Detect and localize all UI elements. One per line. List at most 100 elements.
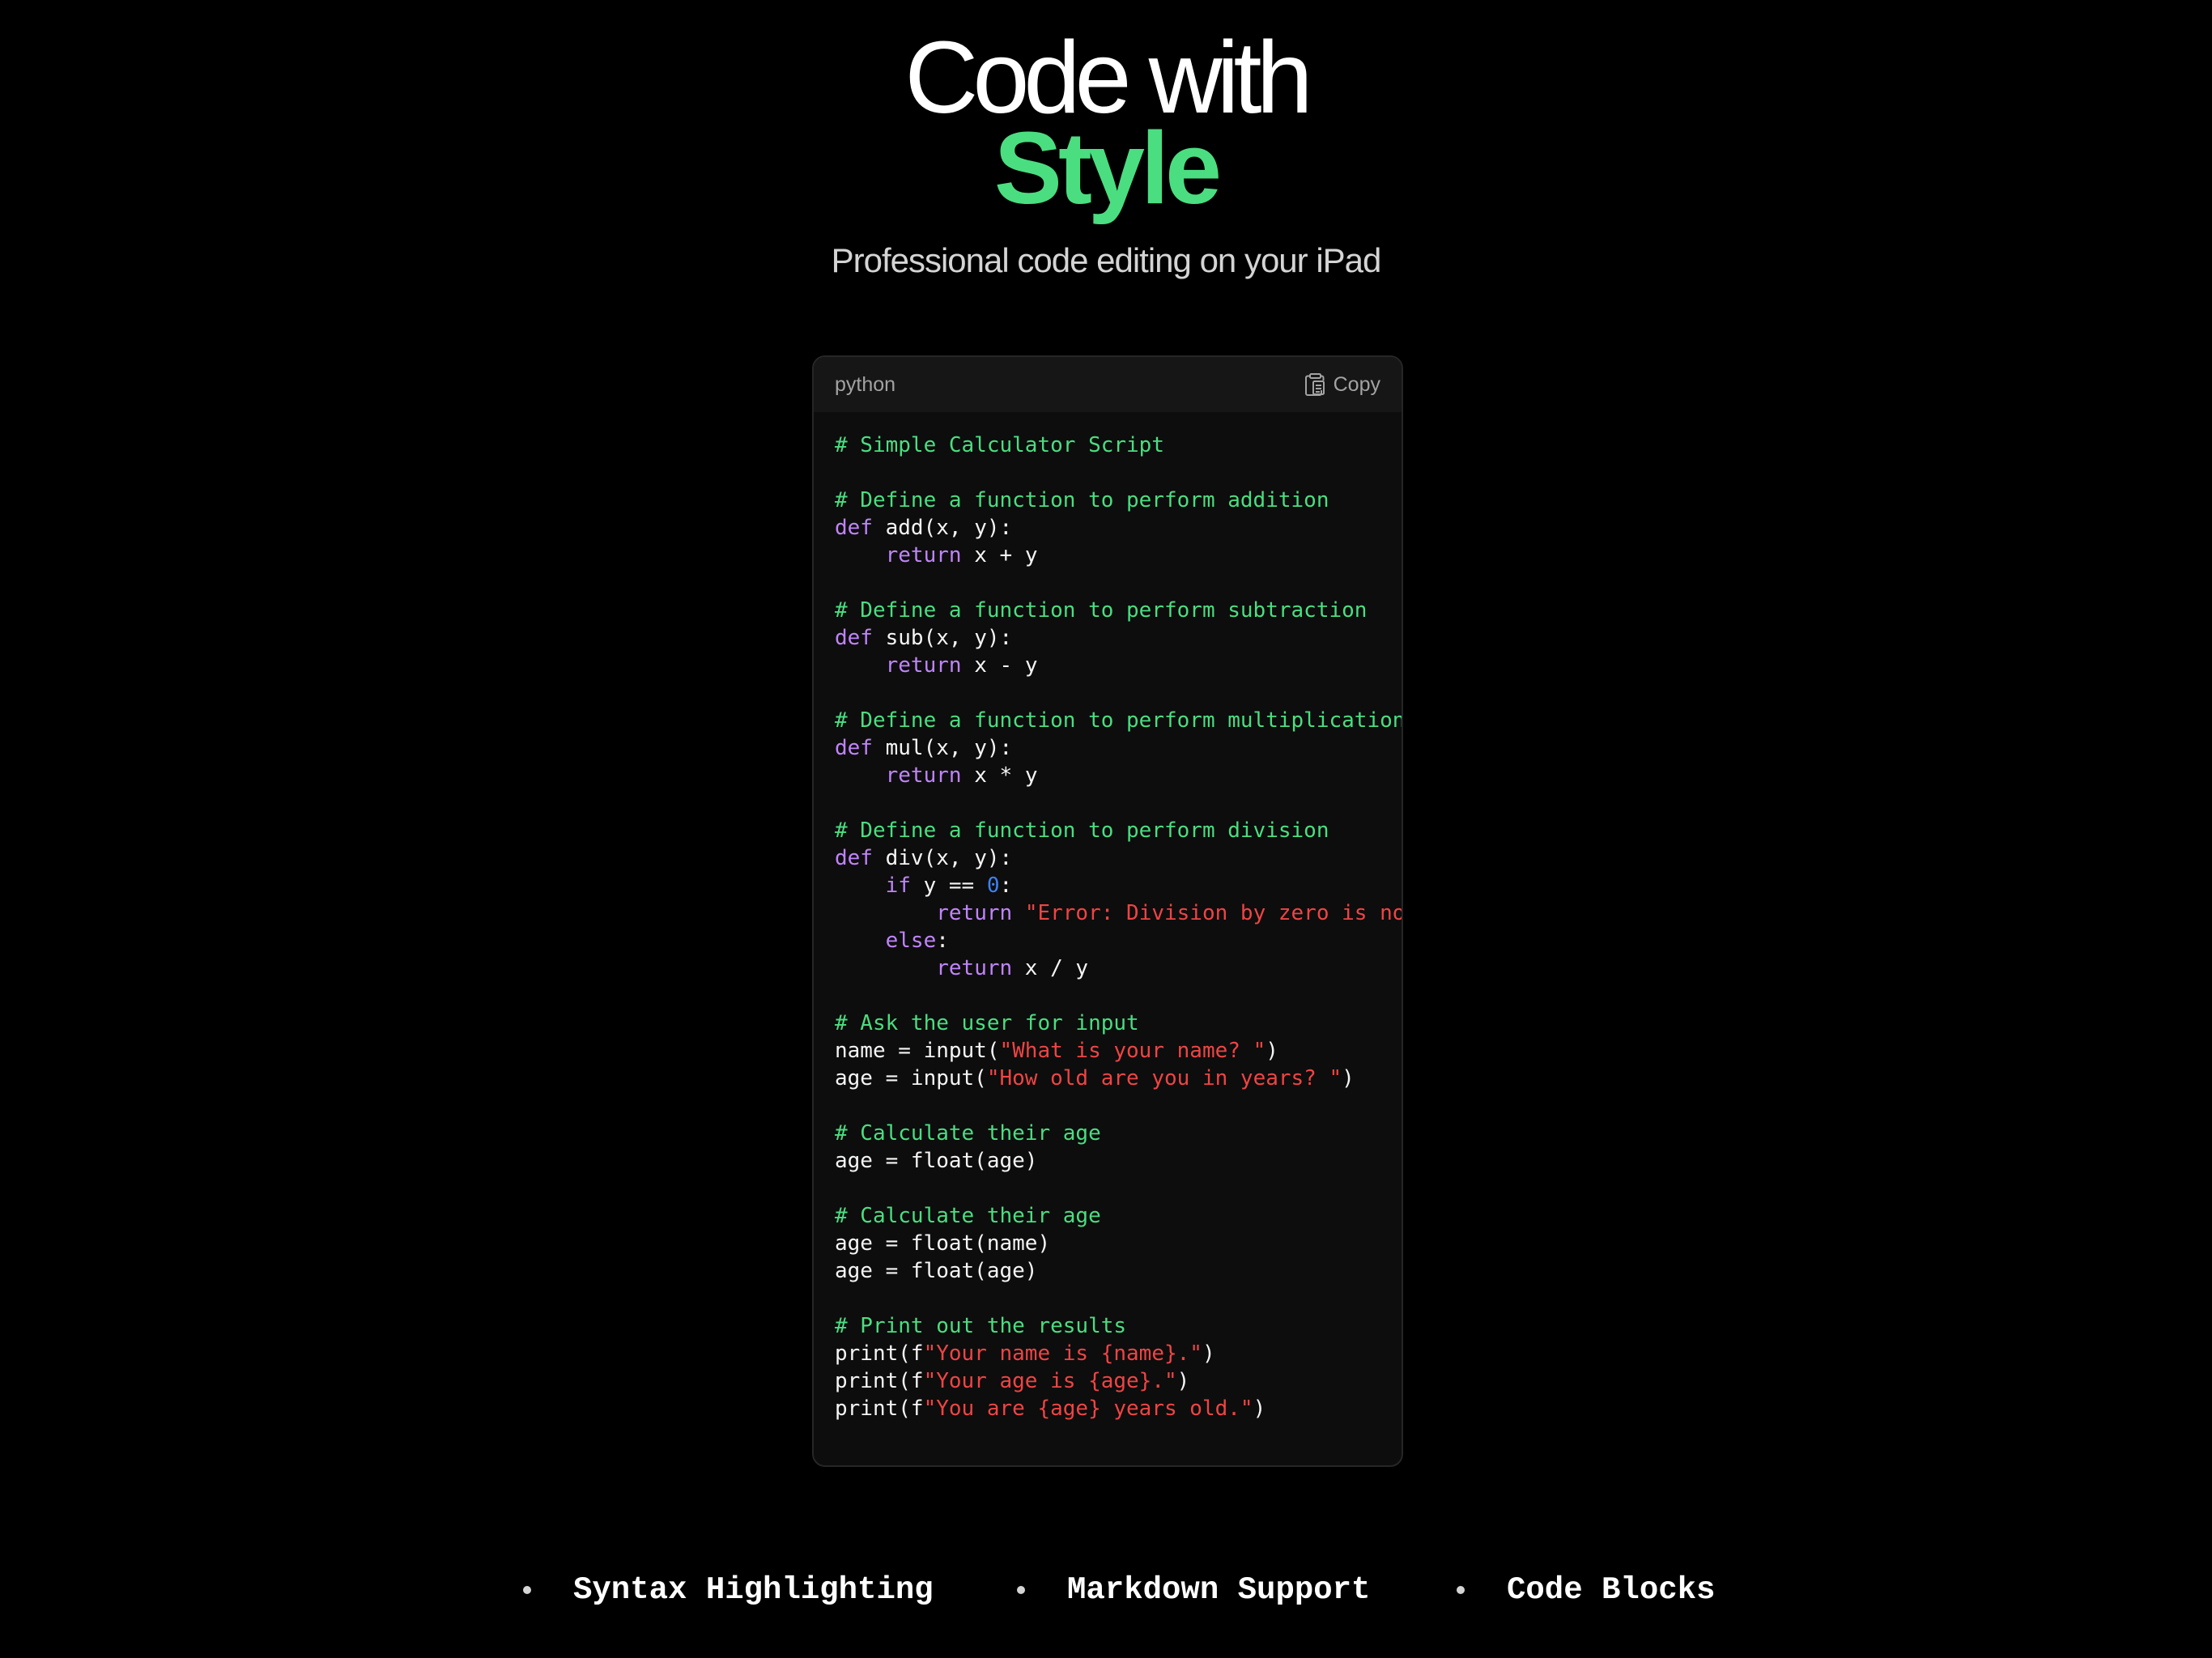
hero: Code with Style Professional code editin… xyxy=(0,20,2212,283)
code-token-plain: x - y xyxy=(961,653,1038,678)
code-token-plain: print(f xyxy=(835,1397,924,1421)
code-token-plain: mul(x, y): xyxy=(872,736,1013,760)
code-token-plain: ) xyxy=(1176,1369,1190,1393)
code-token-keyword: return xyxy=(885,653,962,678)
code-line: return "Error: Division by zero is no xyxy=(835,899,1402,927)
bullet-icon xyxy=(523,1586,531,1594)
code-line: def sub(x, y): xyxy=(835,624,1402,652)
bullet-icon xyxy=(1017,1586,1025,1594)
code-line: return x - y xyxy=(835,652,1402,679)
code-token-keyword: if xyxy=(885,874,911,898)
code-token-keyword: else xyxy=(885,929,937,953)
code-token-keyword: return xyxy=(885,763,962,788)
code-token-keyword: def xyxy=(835,846,873,870)
code-token-plain: ) xyxy=(1253,1397,1266,1421)
code-line: return x / y xyxy=(835,954,1402,982)
code-token-plain: age = float(name) xyxy=(835,1231,1051,1256)
code-token-comment: # Print out the results xyxy=(835,1314,1127,1338)
code-token-plain: : xyxy=(936,929,949,953)
code-editor[interactable]: # Simple Calculator Script # Define a fu… xyxy=(814,412,1402,1422)
code-token-string: "How old are you in years? " xyxy=(986,1066,1342,1090)
code-token-plain: ) xyxy=(1266,1039,1278,1063)
code-line: def div(x, y): xyxy=(835,844,1402,872)
clipboard-icon xyxy=(1304,372,1325,397)
code-token-comment: # Define a function to perform subtracti… xyxy=(835,598,1368,623)
copy-button[interactable]: Copy xyxy=(1304,372,1380,397)
code-token-plain: ) xyxy=(1342,1066,1355,1090)
code-token-comment: # Calculate their age xyxy=(835,1121,1101,1146)
code-line: age = float(age) xyxy=(835,1257,1402,1285)
language-label: python xyxy=(835,372,896,396)
code-line: print(f"You are {age} years old.") xyxy=(835,1395,1402,1422)
code-token-comment: # Define a function to perform multiplic… xyxy=(835,708,1403,733)
hero-title-line1: Code with xyxy=(904,20,1312,134)
code-token-keyword: def xyxy=(835,626,873,650)
code-block: python Copy # Simple Calculator Script #… xyxy=(812,355,1403,1467)
feature-label: Syntax Highlighting xyxy=(573,1572,934,1608)
code-line: print(f"Your name is {name}.") xyxy=(835,1340,1402,1367)
code-line: else: xyxy=(835,927,1402,954)
feature-list: Syntax Highlighting Markdown Support Cod… xyxy=(0,1572,2212,1621)
code-token-plain: age = float(age) xyxy=(835,1149,1038,1173)
code-token-plain: x + y xyxy=(961,543,1038,568)
bullet-icon xyxy=(1457,1586,1465,1594)
code-line: # Define a function to perform addition xyxy=(835,487,1402,514)
code-token-string: "Error: Division by zero is no xyxy=(1024,901,1403,925)
code-line: # Calculate their age xyxy=(835,1120,1402,1147)
feature-label: Markdown Support xyxy=(1067,1572,1371,1608)
code-token-plain: sub(x, y): xyxy=(872,626,1013,650)
code-token-keyword: return xyxy=(936,956,1013,980)
code-token-comment: # Calculate their age xyxy=(835,1204,1101,1228)
code-token-plain: print(f xyxy=(835,1341,924,1366)
code-token-comment: # Ask the user for input xyxy=(835,1011,1139,1035)
feature-label: Code Blocks xyxy=(1507,1572,1716,1608)
code-token-keyword: return xyxy=(936,901,1013,925)
code-line: # Define a function to perform multiplic… xyxy=(835,707,1402,734)
code-token-keyword: def xyxy=(835,516,873,540)
code-token-string: "Your name is {name}." xyxy=(923,1341,1202,1366)
code-line: # Simple Calculator Script xyxy=(835,432,1402,459)
code-token-plain: age = float(age) xyxy=(835,1259,1038,1283)
hero-title-accent: Style xyxy=(993,111,1222,225)
code-token-string: "You are {age} years old." xyxy=(923,1397,1253,1421)
code-token-comment: # Define a function to perform addition xyxy=(835,488,1329,512)
code-line: age = input("How old are you in years? "… xyxy=(835,1065,1402,1092)
code-line: # Define a function to perform division xyxy=(835,817,1402,844)
code-token-comment: # Simple Calculator Script xyxy=(835,433,1164,457)
code-line: # Calculate their age xyxy=(835,1202,1402,1230)
code-token-plain: age = input( xyxy=(835,1066,987,1090)
code-token-plain: : xyxy=(999,874,1013,898)
code-line: print(f"Your age is {age}.") xyxy=(835,1367,1402,1395)
code-line: # Define a function to perform subtracti… xyxy=(835,597,1402,624)
code-line: age = float(name) xyxy=(835,1230,1402,1257)
code-token-plain: print(f xyxy=(835,1369,924,1393)
copy-label: Copy xyxy=(1333,372,1380,396)
code-token-plain: x / y xyxy=(1012,956,1089,980)
feature-item-markdown-support: Markdown Support xyxy=(1017,1572,1370,1608)
code-token-keyword: def xyxy=(835,736,873,760)
code-token-string: "Your age is {age}." xyxy=(923,1369,1177,1393)
code-line: def add(x, y): xyxy=(835,514,1402,542)
hero-subtitle: Professional code editing on your iPad xyxy=(831,241,1382,279)
code-token-number: 0 xyxy=(986,874,1000,898)
code-token-plain: y == xyxy=(910,874,987,898)
code-block-header: python Copy xyxy=(814,357,1402,412)
code-token-plain: ) xyxy=(1202,1341,1215,1366)
code-token-plain: x * y xyxy=(961,763,1038,788)
code-line: name = input("What is your name? ") xyxy=(835,1037,1402,1065)
code-line: return x + y xyxy=(835,542,1402,569)
code-token-keyword: return xyxy=(885,543,962,568)
